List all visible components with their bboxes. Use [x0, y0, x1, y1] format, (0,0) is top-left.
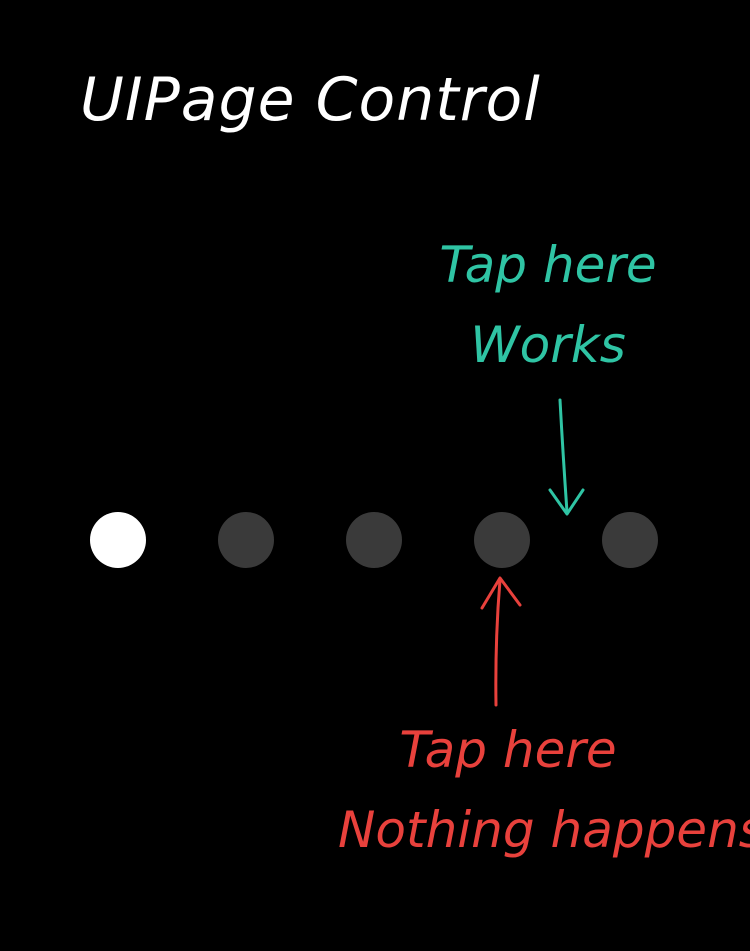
- nothing-annotation-line2: Nothing happens: [338, 801, 750, 859]
- nothing-arrow-shaft: [494, 578, 502, 707]
- nothing-annotation-line1: Tap here: [399, 721, 617, 779]
- nothing-annotation: Tap here Nothing happens: [338, 710, 750, 870]
